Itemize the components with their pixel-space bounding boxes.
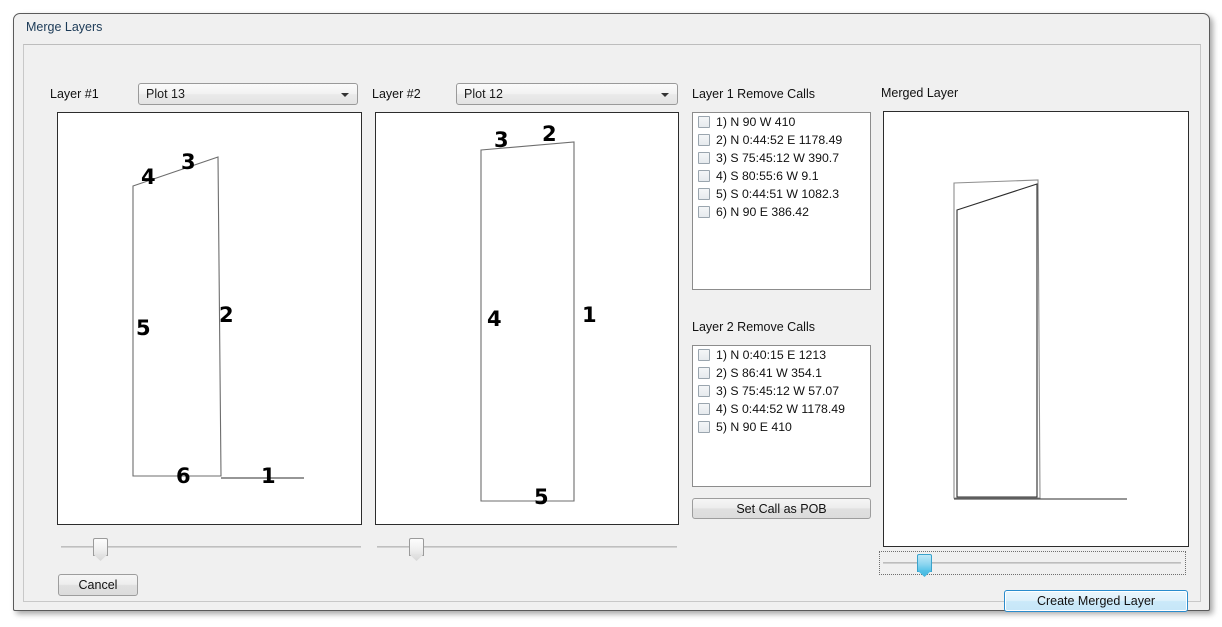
- list-item[interactable]: 5) S 0:44:51 W 1082.3: [693, 185, 870, 203]
- layer2-zoom-slider[interactable]: [377, 535, 677, 561]
- cancel-button[interactable]: Cancel: [58, 574, 138, 596]
- list-item-label: 3) S 75:45:12 W 390.7: [716, 151, 840, 165]
- list-item[interactable]: 1) N 0:40:15 E 1213: [693, 346, 870, 364]
- checkbox-icon[interactable]: [698, 385, 710, 397]
- layer2-remove-calls-title: Layer 2 Remove Calls: [692, 320, 815, 334]
- list-item[interactable]: 3) S 75:45:12 W 57.07: [693, 382, 870, 400]
- layer2-slider-thumb[interactable]: [409, 538, 424, 556]
- layer1-plot-select-value: Plot 13: [146, 87, 185, 101]
- list-item-label: 5) S 0:44:51 W 1082.3: [716, 187, 840, 201]
- list-item[interactable]: 3) S 75:45:12 W 390.7: [693, 149, 870, 167]
- merged-layer-label: Merged Layer: [881, 86, 959, 100]
- layer1-remove-calls-list[interactable]: 1) N 90 W 410 2) N 0:44:52 E 1178.49 3) S …: [692, 112, 871, 290]
- layer2-plot-select-value: Plot 12: [464, 87, 503, 101]
- checkbox-icon[interactable]: [698, 403, 710, 415]
- checkbox-icon[interactable]: [698, 421, 710, 433]
- layer1-plot-drawing: 1 2 3 4 5 6: [132, 150, 304, 488]
- list-item-label: 3) S 75:45:12 W 57.07: [716, 384, 840, 398]
- checkbox-icon[interactable]: [698, 188, 710, 200]
- layer2-plot-select[interactable]: Plot 12: [456, 83, 678, 105]
- list-item[interactable]: 1) N 90 W 410: [693, 113, 870, 131]
- list-item-label: 1) N 0:40:15 E 1213: [716, 348, 827, 362]
- vertex-label-2: 2: [219, 303, 234, 327]
- vertex-label-3: 3: [181, 150, 196, 174]
- list-item[interactable]: 4) S 0:44:52 W 1178.49: [693, 400, 870, 418]
- vertex-label-6: 6: [176, 464, 191, 488]
- layer1-slider-thumb[interactable]: [93, 538, 108, 556]
- layer2-plot-canvas[interactable]: 1 2 3 4 5: [375, 112, 679, 525]
- list-item[interactable]: 2) S 86:41 W 354.1: [693, 364, 870, 382]
- merged-slider-thumb[interactable]: [917, 554, 932, 572]
- checkbox-icon[interactable]: [698, 349, 710, 361]
- merge-layers-dialog: Merge Layers Layer #1 Plot 13 1 2 3 4 5 …: [13, 13, 1210, 612]
- vertex-label-5: 5: [534, 485, 549, 509]
- screen-root: Merge Layers Layer #1 Plot 13 1 2 3 4 5 …: [0, 0, 1222, 627]
- layer1-zoom-slider[interactable]: [61, 535, 361, 561]
- checkbox-icon[interactable]: [698, 134, 710, 146]
- list-item-label: 1) N 90 W 410: [716, 115, 796, 129]
- layer2-plot-drawing: 1 2 3 4 5: [480, 122, 597, 509]
- vertex-label-1: 1: [261, 464, 276, 488]
- layer1-plot-select[interactable]: Plot 13: [138, 83, 358, 105]
- list-item-label: 4) S 0:44:52 W 1178.49: [716, 402, 845, 416]
- vertex-label-4: 4: [141, 165, 156, 189]
- list-item[interactable]: 2) N 0:44:52 E 1178.49: [693, 131, 870, 149]
- list-item-label: 2) S 86:41 W 354.1: [716, 366, 822, 380]
- layer2-label: Layer #2: [372, 87, 421, 101]
- vertex-label-3: 3: [494, 128, 509, 152]
- set-call-as-pob-button[interactable]: Set Call as POB: [692, 498, 871, 519]
- dialog-client-area: Layer #1 Plot 13 1 2 3 4 5 6 Cancel Laye…: [23, 44, 1201, 612]
- layer1-remove-calls-title: Layer 1 Remove Calls: [692, 87, 815, 101]
- vertex-label-1: 1: [582, 303, 597, 327]
- checkbox-icon[interactable]: [698, 116, 710, 128]
- list-item-label: 2) N 0:44:52 E 1178.49: [716, 133, 843, 147]
- list-item[interactable]: 6) N 90 E 386.42: [693, 203, 870, 221]
- merged-zoom-slider[interactable]: [883, 551, 1181, 577]
- list-item[interactable]: 5) N 90 E 410: [693, 418, 870, 436]
- layer1-plot-canvas[interactable]: 1 2 3 4 5 6: [57, 112, 362, 525]
- chevron-down-icon: [341, 93, 349, 97]
- create-merged-layer-button[interactable]: Create Merged Layer: [1004, 590, 1188, 612]
- layer2-remove-calls-list[interactable]: 1) N 0:40:15 E 1213 2) S 86:41 W 354.1 3) …: [692, 345, 871, 487]
- list-item-label: 5) N 90 E 410: [716, 420, 792, 434]
- checkbox-icon[interactable]: [698, 170, 710, 182]
- list-item-label: 4) S 80:55:6 W 9.1: [716, 169, 819, 183]
- list-item[interactable]: 4) S 80:55:6 W 9.1: [693, 167, 870, 185]
- checkbox-icon[interactable]: [698, 152, 710, 164]
- layer1-label: Layer #1: [50, 87, 99, 101]
- chevron-down-icon: [661, 93, 669, 97]
- checkbox-icon[interactable]: [698, 367, 710, 379]
- merged-layer-drawing: [953, 179, 1127, 500]
- dialog-title-bar: Merge Layers: [14, 14, 1209, 42]
- dialog-title: Merge Layers: [26, 20, 103, 34]
- vertex-label-4: 4: [487, 307, 502, 331]
- checkbox-icon[interactable]: [698, 206, 710, 218]
- vertex-label-2: 2: [542, 122, 557, 146]
- list-item-label: 6) N 90 E 386.42: [716, 205, 809, 219]
- merged-layer-canvas[interactable]: [883, 111, 1189, 547]
- vertex-label-5: 5: [136, 316, 151, 340]
